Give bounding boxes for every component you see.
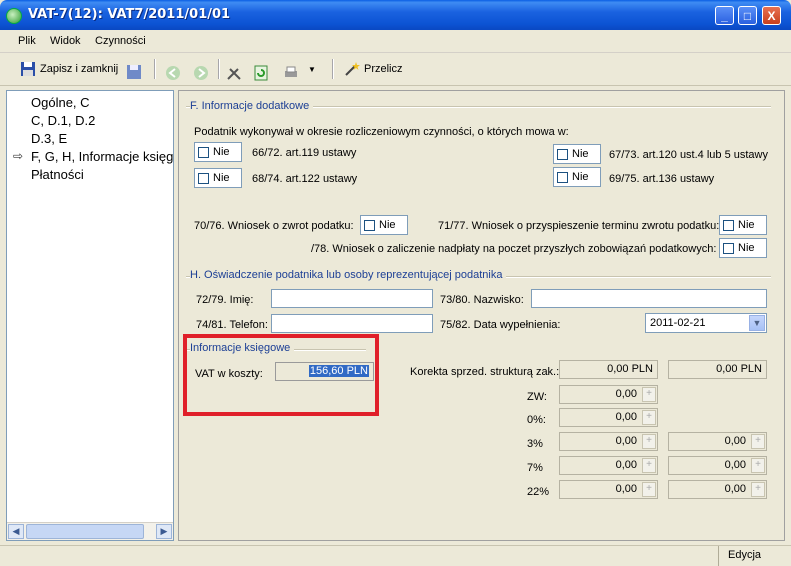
rate7-field-b[interactable]: 0,00 +	[668, 456, 767, 475]
scroll-thumb[interactable]	[26, 524, 144, 539]
label-date: 75/82. Data wypełnienia:	[440, 319, 561, 331]
toolbar: Zapisz i zamknij ▼ Przelicz	[0, 53, 791, 86]
navigation-tree: Ogólne, C C, D.1, D.2 D.3, E ⇨ F, G, H, …	[6, 90, 174, 541]
floppy-disk-icon	[21, 62, 35, 76]
save-close-label: Zapisz i zamknij	[40, 63, 119, 75]
checkbox-art120[interactable]: Nie	[553, 144, 601, 164]
app-icon[interactable]	[6, 8, 22, 24]
label-art122: 68/74. art.122 ustawy	[252, 173, 358, 185]
toolbar-separator	[218, 59, 220, 79]
label-offset: /78. Wniosek o zaliczenie nadpłaty na po…	[311, 243, 717, 255]
tree-item-c-d1-d2[interactable]: C, D.1, D.2	[31, 113, 95, 128]
menu-widok[interactable]: Widok	[50, 35, 81, 47]
tree-item-platnosci[interactable]: Płatności	[31, 167, 84, 182]
status-bar: Edycja	[0, 545, 791, 566]
label-refund: 70/76. Wniosek o zwrot podatku:	[194, 220, 354, 232]
section-f-intro: Podatnik wykonywał w okresie rozliczenio…	[194, 126, 569, 138]
recalc-button[interactable]: Przelicz	[344, 57, 403, 81]
label-zw: ZW:	[527, 391, 547, 403]
forward-arrow-icon[interactable]	[193, 65, 209, 81]
rate3-field-b[interactable]: 0,00 +	[668, 432, 767, 451]
save-icon[interactable]	[126, 64, 142, 80]
korekta-field-b[interactable]: 0,00 PLN	[668, 360, 767, 379]
label-22: 22%	[527, 486, 550, 498]
first-name-input[interactable]	[271, 289, 433, 308]
zw-field[interactable]: 0,00 +	[559, 385, 658, 404]
label-accelerate: 71/77. Wniosek o przyspieszenie terminu …	[438, 220, 720, 232]
last-name-input[interactable]	[531, 289, 767, 308]
tree-item-d3-e[interactable]: D.3, E	[31, 131, 67, 146]
plus-icon[interactable]: +	[642, 410, 656, 425]
window-title: VAT-7(12): VAT7/2011/01/01	[28, 7, 231, 22]
section-f-title: F. Informacje dodatkowe	[190, 100, 314, 112]
status-mode: Edycja	[728, 549, 762, 561]
print-dropdown-icon[interactable]: ▼	[308, 65, 316, 74]
plus-icon[interactable]: +	[751, 434, 765, 449]
menu-plik[interactable]: Plik	[18, 35, 36, 47]
save-close-button[interactable]: Zapisz i zamknij	[20, 57, 118, 81]
rate22-field-a[interactable]: 0,00 +	[559, 480, 658, 499]
plus-icon[interactable]: +	[642, 434, 656, 449]
checkbox-art136[interactable]: Nie	[553, 167, 601, 187]
menu-bar: Plik Widok Czynności	[0, 30, 791, 53]
label-art136: 69/75. art.136 ustawy	[609, 173, 715, 185]
close-button[interactable]: X	[762, 6, 781, 25]
label-0: 0%:	[527, 414, 546, 426]
highlight-box	[183, 334, 379, 416]
menu-czynnosci[interactable]: Czynności	[95, 35, 146, 47]
label-first-name: 72/79. Imię:	[196, 294, 254, 306]
recalc-label: Przelicz	[364, 63, 403, 75]
date-picker[interactable]: 2011-02-21 ▼	[645, 313, 767, 333]
tree-item-f-g-h[interactable]: F, G, H, Informacje księg	[31, 149, 173, 164]
checkbox-offset[interactable]: Nie	[719, 238, 767, 258]
plus-icon[interactable]: +	[642, 387, 656, 402]
phone-input[interactable]	[271, 314, 433, 333]
plus-icon[interactable]: +	[751, 458, 765, 473]
print-icon[interactable]	[283, 65, 299, 81]
tree-item-ogolne[interactable]: Ogólne, C	[31, 95, 90, 110]
minimize-button[interactable]: _	[715, 6, 734, 25]
toolbar-separator	[332, 59, 334, 79]
checkbox-art122[interactable]: Nie	[194, 168, 242, 188]
label-3: 3%	[527, 438, 543, 450]
status-divider	[718, 546, 719, 566]
rate3-field-a[interactable]: 0,00 +	[559, 432, 658, 451]
plus-icon[interactable]: +	[751, 482, 765, 497]
checkbox-art119[interactable]: Nie	[194, 142, 242, 162]
rate22-field-b[interactable]: 0,00 +	[668, 480, 767, 499]
checkbox-accelerate[interactable]: Nie	[719, 215, 767, 235]
plus-icon[interactable]: +	[642, 482, 656, 497]
label-art120: 67/73. art.120 ust.4 lub 5 ustawy	[609, 149, 768, 161]
rate7-field-a[interactable]: 0,00 +	[559, 456, 658, 475]
tools-icon[interactable]	[226, 65, 242, 81]
refresh-icon[interactable]	[253, 65, 269, 81]
label-7: 7%	[527, 462, 543, 474]
checkbox-refund[interactable]: Nie	[360, 215, 408, 235]
horizontal-scrollbar[interactable]: ◀ ▶	[7, 522, 173, 540]
toolbar-separator	[154, 59, 156, 79]
magic-wand-icon	[345, 62, 360, 76]
korekta-field-a[interactable]: 0,00 PLN	[559, 360, 658, 379]
plus-icon[interactable]: +	[642, 458, 656, 473]
label-korekta: Korekta sprzed. strukturą zak.:	[410, 366, 560, 378]
label-phone: 74/81. Telefon:	[196, 319, 268, 331]
scroll-right-icon[interactable]: ▶	[156, 524, 172, 539]
title-bar: VAT-7(12): VAT7/2011/01/01 _ □ X	[0, 0, 791, 30]
section-h-title: H. Oświadczenie podatnika lub osoby repr…	[190, 269, 507, 281]
label-last-name: 73/80. Nazwisko:	[440, 294, 524, 306]
selected-arrow-icon: ⇨	[13, 149, 24, 163]
date-value: 2011-02-21	[650, 317, 706, 329]
rate0-field[interactable]: 0,00 +	[559, 408, 658, 427]
maximize-button[interactable]: □	[738, 6, 757, 25]
chevron-down-icon[interactable]: ▼	[749, 315, 765, 331]
label-art119: 66/72. art.119 ustawy	[252, 147, 357, 159]
back-arrow-icon[interactable]	[165, 65, 181, 81]
scroll-left-icon[interactable]: ◀	[8, 524, 24, 539]
